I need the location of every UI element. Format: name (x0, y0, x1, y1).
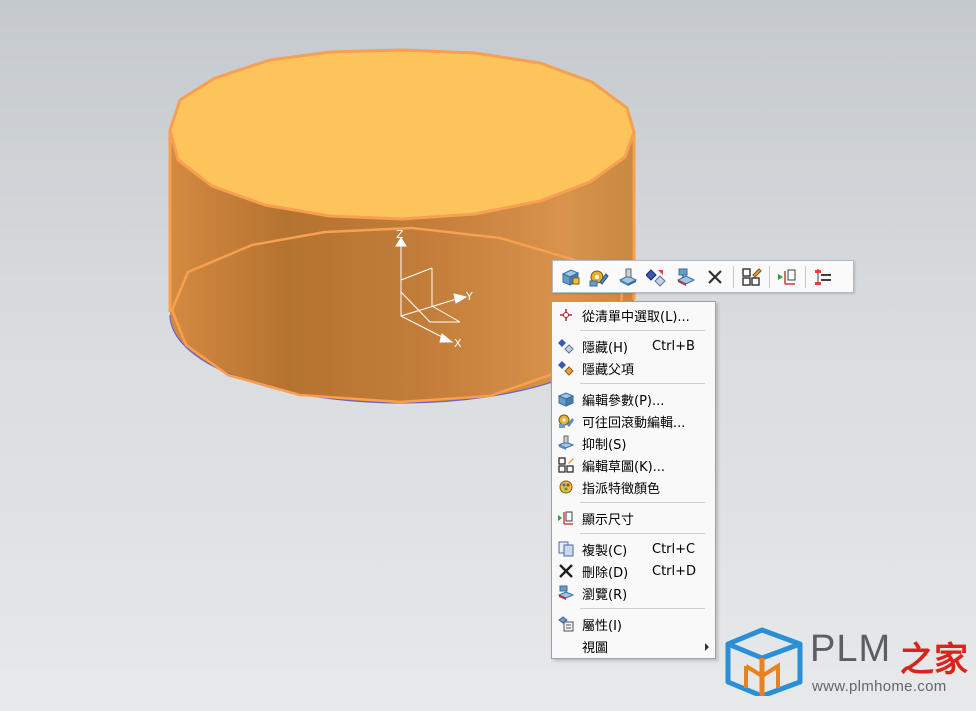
menu-item-edit-parameters[interactable]: 編輯參數(P)... (552, 388, 715, 410)
context-menu: 從清單中選取(L)... 隱藏(H) Ctrl+B 隱藏父項 編輯參數(P)..… (551, 301, 716, 659)
menu-separator (580, 383, 705, 384)
toolbar-separator (733, 265, 734, 288)
menu-item-properties[interactable]: 屬性(I) (552, 613, 715, 635)
edit-with-rollback-icon (589, 270, 609, 286)
menu-item-edit-with-rollback[interactable]: 可往回滾動編輯... (552, 410, 715, 432)
menu-item-assign-feature-color[interactable]: 指派特徵顏色 (552, 476, 715, 498)
menu-item-browse[interactable]: 瀏覽(R) (552, 582, 715, 604)
hide-icon (556, 337, 576, 355)
edit-parameters-icon (556, 390, 576, 408)
feature-list-icon (815, 268, 831, 285)
toolbar-feature-list-button[interactable] (810, 264, 836, 290)
delete-icon (556, 562, 576, 580)
menu-item-shortcut: Ctrl+D (652, 563, 697, 579)
delete-icon (708, 269, 722, 284)
menu-item-label: 顯示尺寸 (582, 512, 635, 528)
toolbar-edit-sketch-button[interactable] (738, 264, 764, 290)
toolbar-edit-with-rollback-button[interactable] (586, 264, 612, 290)
menu-item-shortcut: Ctrl+B (652, 338, 695, 354)
menu-item-pick-from-list[interactable]: 從清單中選取(L)... (552, 304, 715, 326)
toolbar-delete-button[interactable] (702, 264, 728, 290)
plmhome-watermark: PLM 之家 www.plmhome.com (724, 626, 974, 704)
copy-icon (556, 540, 576, 558)
browse-icon (676, 268, 696, 286)
menu-separator (580, 330, 705, 331)
menu-item-hide[interactable]: 隱藏(H) Ctrl+B (552, 335, 715, 357)
edit-with-rollback-icon (556, 412, 576, 430)
suppress-icon (618, 268, 638, 286)
menu-item-label: 從清單中選取(L)... (582, 309, 690, 325)
menu-item-label: 指派特徵顏色 (582, 481, 661, 497)
mini-toolbar (552, 260, 854, 293)
edit-sketch-icon (742, 267, 762, 286)
plmhome-logo-icon (725, 627, 803, 699)
csys-z-label: Z (396, 228, 404, 241)
toolbar-browse-button[interactable] (673, 264, 699, 290)
submenu-arrow-icon (705, 643, 709, 651)
menu-item-edit-sketch[interactable]: 編輯草圖(K)... (552, 454, 715, 476)
show-dimensions-icon (556, 509, 576, 527)
model-scene[interactable]: Z Y X (0, 0, 976, 711)
browse-icon (556, 584, 576, 602)
menu-item-view[interactable]: 視圖 (552, 635, 715, 657)
suppress-icon (556, 434, 576, 452)
toolbar-hide-button[interactable] (644, 264, 670, 290)
toolbar-suppress-button[interactable] (615, 264, 641, 290)
watermark-brand-cn: 之家 (900, 640, 968, 680)
menu-item-label: 編輯參數(P)... (582, 393, 665, 409)
menu-item-label: 抑制(S) (582, 437, 627, 453)
csys-y-label: Y (465, 290, 473, 303)
properties-icon (556, 615, 576, 633)
show-dimensions-icon (778, 269, 796, 285)
watermark-brand: PLM (810, 628, 892, 670)
hide-icon (646, 268, 666, 287)
csys-x-label: X (454, 337, 462, 350)
toolbar-separator (769, 265, 770, 288)
menu-item-label: 複製(C) (582, 543, 628, 559)
menu-item-label: 屬性(I) (582, 618, 622, 634)
graphics-window[interactable]: Z Y X 從清單中選取(L)... 隱藏(H) Ctrl+B 隱藏父項 編輯參… (0, 0, 976, 711)
watermark-url: www.plmhome.com (812, 678, 947, 695)
menu-separator (580, 533, 705, 534)
menu-item-copy[interactable]: 複製(C) Ctrl+C (552, 538, 715, 560)
menu-item-show-dimensions[interactable]: 顯示尺寸 (552, 507, 715, 529)
menu-item-suppress[interactable]: 抑制(S) (552, 432, 715, 454)
menu-item-label: 可往回滾動編輯... (582, 415, 686, 431)
menu-item-label: 刪除(D) (582, 565, 629, 581)
menu-item-label: 隱藏(H) (582, 340, 628, 356)
assign-feature-color-icon (556, 478, 576, 496)
menu-separator (580, 608, 705, 609)
hide-parents-icon (556, 359, 576, 377)
edit-sketch-icon (556, 456, 576, 474)
menu-item-label: 瀏覽(R) (582, 587, 628, 603)
menu-item-hide-parents[interactable]: 隱藏父項 (552, 357, 715, 379)
toolbar-separator (805, 265, 806, 288)
toolbar-edit-parameters-button[interactable] (557, 264, 583, 290)
menu-item-delete[interactable]: 刪除(D) Ctrl+D (552, 560, 715, 582)
toolbar-show-dimensions-button[interactable] (774, 264, 800, 290)
menu-item-label: 視圖 (582, 640, 609, 656)
menu-item-shortcut: Ctrl+C (652, 541, 696, 557)
pick-from-list-icon (556, 306, 576, 324)
menu-item-label: 隱藏父項 (582, 362, 635, 378)
menu-item-label: 編輯草圖(K)... (582, 459, 666, 475)
edit-parameters-icon (561, 268, 580, 286)
menu-separator (580, 502, 705, 503)
